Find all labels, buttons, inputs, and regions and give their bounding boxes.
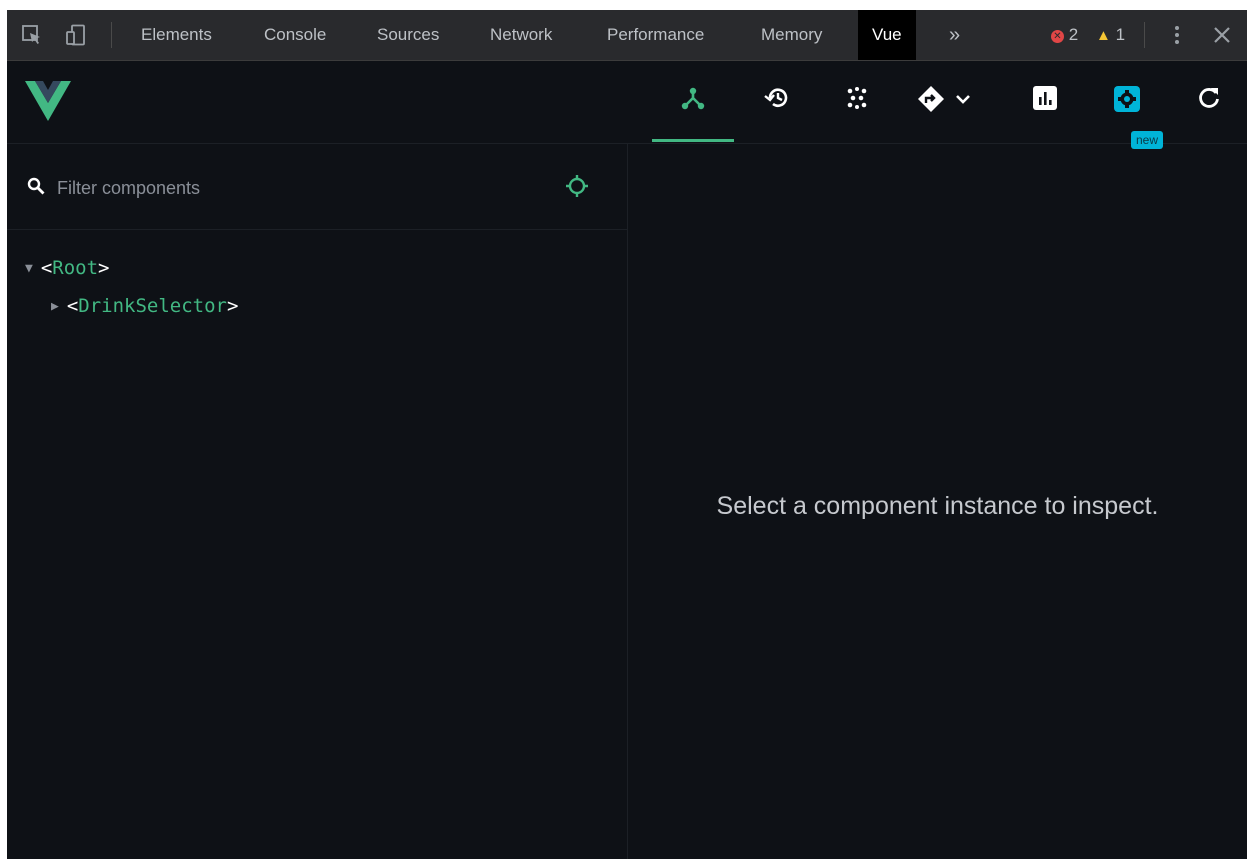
refresh-icon[interactable] [1189,85,1229,121]
tree-node-root[interactable]: ▼ <Root> [25,254,110,282]
select-component-target-icon[interactable] [565,174,589,203]
inspector-empty-message: Select a component instance to inspect. [716,492,1159,520]
settings-icon[interactable] [1107,85,1147,121]
tree-node-drinkselector[interactable]: ▶ <DrinkSelector> [51,292,238,320]
tab-sources[interactable]: Sources [377,10,439,60]
tab-performance[interactable]: Performance [607,10,704,60]
search-icon [27,177,45,200]
tab-memory[interactable]: Memory [761,10,822,60]
error-icon: ✕ [1051,30,1064,43]
error-count: 2 [1068,25,1079,44]
expand-right-icon[interactable]: ▶ [51,299,59,314]
components-pane: ▼<Root> ▶<DrinkSelector> [7,144,628,859]
warning-count: 1 [1115,25,1126,44]
error-counter[interactable]: ✕ 2 [1051,25,1078,45]
close-devtools-icon[interactable] [1211,24,1233,46]
tab-elements[interactable]: Elements [141,10,212,60]
expand-down-icon[interactable]: ▼ [25,261,33,276]
inspector-pane: Select a component instance to inspect. [628,144,1247,859]
components-tree-icon[interactable] [673,85,713,121]
tag-open-bracket: < [66,295,79,317]
vue-logo-icon [25,81,71,126]
tag-close-bracket: > [227,295,239,317]
devtools-window: Elements Console Sources Network Perform… [7,10,1247,859]
tag-close-bracket: > [98,257,110,279]
device-toolbar-icon[interactable] [65,24,87,46]
component-name: DrinkSelector [78,295,227,317]
tab-vue[interactable]: Vue [858,10,916,60]
vue-toolbar: new [7,61,1247,149]
tab-network[interactable]: Network [490,10,552,60]
tag-open-bracket: < [40,257,53,279]
warning-icon: ▲ [1096,27,1111,44]
tab-console[interactable]: Console [264,10,326,60]
filter-bar [7,144,627,230]
performance-chart-icon[interactable] [1025,85,1065,121]
warning-counter[interactable]: ▲ 1 [1096,25,1125,46]
more-tabs-button[interactable]: » [949,10,960,60]
component-name: Root [52,257,99,279]
active-tab-indicator [652,139,734,142]
plugins-dots-icon[interactable] [837,85,877,121]
devtools-tab-bar: Elements Console Sources Network Perform… [7,10,1247,61]
timeline-history-icon[interactable] [757,85,797,121]
filter-components-input[interactable] [55,174,529,202]
router-icon[interactable] [917,85,977,121]
inspect-element-icon[interactable] [21,24,43,46]
more-options-icon[interactable] [1166,24,1188,46]
